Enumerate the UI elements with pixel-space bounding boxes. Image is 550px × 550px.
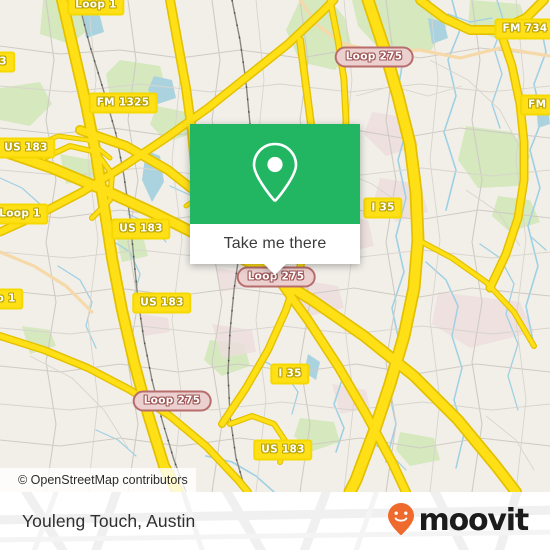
- road-shield: Loop 1: [0, 203, 49, 225]
- callout-tail: [264, 264, 286, 275]
- moovit-logo[interactable]: moovit: [387, 502, 530, 541]
- road-shield: I 35: [363, 197, 403, 219]
- road-shield: Loop 275: [132, 390, 212, 412]
- road-shield: US 183: [132, 292, 192, 314]
- callout-header: [190, 124, 360, 224]
- road-shield: FM 1325: [88, 92, 158, 114]
- take-me-there-label: Take me there: [223, 235, 327, 252]
- road-shield: Loop 275: [334, 46, 414, 68]
- attribution-text: © OpenStreetMap contributors: [18, 473, 188, 487]
- location-callout-card[interactable]: Take me there: [190, 124, 360, 275]
- road-shield: I 35: [270, 363, 310, 385]
- place-title: Youleng Touch, Austin: [22, 510, 196, 531]
- road-shield: US 183: [253, 439, 313, 461]
- moovit-wordmark: moovit: [418, 503, 530, 538]
- map-attribution[interactable]: © OpenStreetMap contributors: [0, 468, 196, 492]
- road-shield: FM 7: [520, 94, 550, 116]
- moovit-pin-icon: [387, 502, 415, 541]
- road-shield: Loop 1: [67, 0, 125, 16]
- road-shield: US 183: [0, 137, 56, 159]
- moovit-map-screen: Loop 1 Loop 275 FM 734 FM 1325 FM 7 3 US 183 Lo…: [0, 0, 550, 550]
- road-shield: p 1: [0, 288, 24, 310]
- bottom-info-bar: Youleng Touch, Austin moovit: [0, 492, 550, 550]
- road-shield: FM 734: [494, 18, 550, 40]
- location-pin-icon: [248, 141, 302, 208]
- take-me-there-button[interactable]: Take me there: [190, 224, 360, 264]
- road-shield: US 183: [111, 218, 171, 240]
- road-shield: 3: [0, 51, 15, 73]
